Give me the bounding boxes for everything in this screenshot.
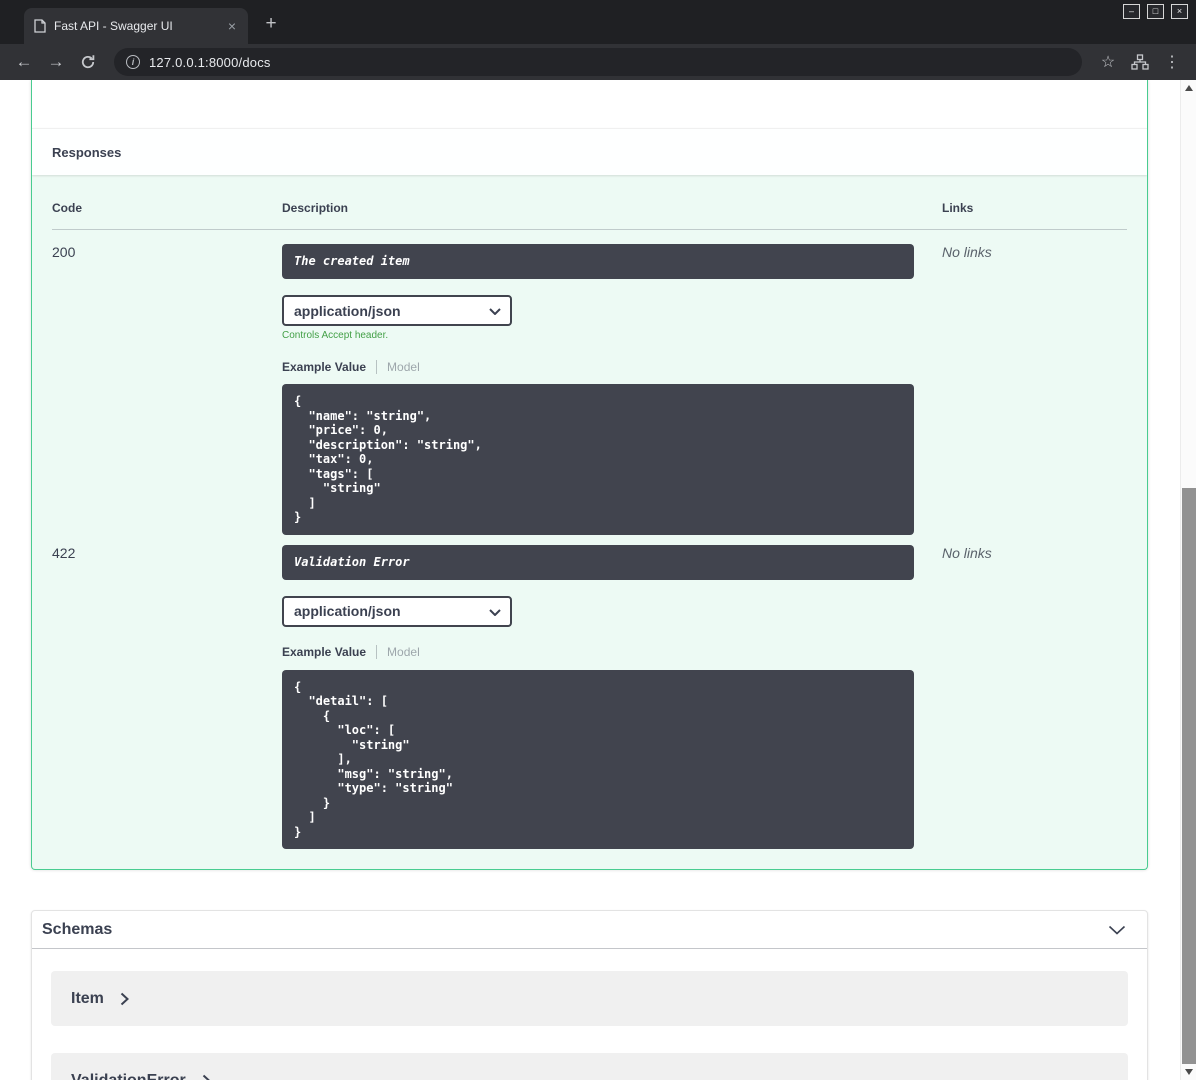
operation-block-spacer bbox=[32, 80, 1147, 128]
scrollbar-down-icon[interactable] bbox=[1181, 1064, 1196, 1080]
site-info-icon[interactable]: i bbox=[126, 55, 140, 69]
responses-title: Responses bbox=[52, 144, 122, 160]
menu-icon[interactable]: ⋮ bbox=[1158, 48, 1186, 76]
tab-example-value[interactable]: Example Value bbox=[282, 645, 366, 659]
scrollbar-up-icon[interactable] bbox=[1181, 80, 1196, 96]
models-list: Item ValidationError bbox=[32, 949, 1147, 1080]
responses-section-header: Responses bbox=[32, 128, 1147, 175]
media-type-select-wrap: application/json bbox=[282, 595, 512, 627]
page-icon bbox=[34, 19, 46, 33]
tab-model[interactable]: Model bbox=[387, 645, 420, 659]
sitemap-icon[interactable] bbox=[1126, 48, 1154, 76]
tab-separator bbox=[376, 359, 378, 374]
response-row-422: 422 Validation Error application/json Ex… bbox=[52, 535, 1127, 849]
window-controls: – □ × bbox=[1123, 4, 1188, 19]
example-model-tabs: Example Value Model bbox=[282, 359, 942, 374]
model-row-item[interactable]: Item bbox=[51, 971, 1128, 1026]
response-code: 200 bbox=[52, 244, 76, 260]
model-row-validationerror[interactable]: ValidationError bbox=[51, 1053, 1128, 1080]
browser-tab[interactable]: Fast API - Swagger UI × bbox=[24, 8, 248, 44]
close-button[interactable]: × bbox=[1171, 4, 1188, 19]
media-type-select-wrap: application/json bbox=[282, 295, 512, 326]
response-links: No links bbox=[942, 244, 992, 260]
accept-header-note: Controls Accept header. bbox=[282, 330, 389, 341]
schemas-title: Schemas bbox=[42, 920, 113, 938]
operation-block: Responses Code Description Links 200 The… bbox=[31, 80, 1148, 870]
responses-table: Code Description Links 200 The created i… bbox=[32, 175, 1147, 869]
response-links: No links bbox=[942, 544, 992, 561]
back-icon[interactable]: ← bbox=[10, 48, 38, 76]
example-json-block: { "name": "string", "price": 0, "descrip… bbox=[282, 384, 914, 535]
page-content: Responses Code Description Links 200 The… bbox=[0, 80, 1196, 1080]
forward-icon[interactable]: → bbox=[42, 48, 70, 76]
column-links: Links bbox=[942, 201, 974, 215]
response-row-200: 200 The created item application/json Co… bbox=[52, 230, 1127, 535]
url-text: 127.0.0.1:8000/docs bbox=[149, 54, 271, 70]
tab-title: Fast API - Swagger UI bbox=[54, 19, 173, 33]
response-description: The created item bbox=[282, 244, 914, 279]
chevron-right-icon bbox=[120, 992, 129, 1005]
schemas-header[interactable]: Schemas bbox=[32, 911, 1147, 949]
tab-example-value[interactable]: Example Value bbox=[282, 360, 366, 374]
model-name: ValidationError bbox=[71, 1071, 186, 1080]
vertical-scrollbar[interactable] bbox=[1180, 80, 1196, 1080]
responses-table-header: Code Description Links bbox=[52, 201, 1127, 230]
browser-window: Fast API - Swagger UI × + – □ × ← → i 12… bbox=[0, 0, 1196, 1080]
chevron-right-icon bbox=[202, 1074, 211, 1080]
example-json-block: { "detail": [ { "loc": [ "string" ], "ms… bbox=[282, 669, 914, 849]
address-bar[interactable]: i 127.0.0.1:8000/docs bbox=[114, 48, 1082, 76]
browser-titlebar: Fast API - Swagger UI × + – □ × bbox=[0, 0, 1196, 44]
tab-separator bbox=[376, 645, 378, 659]
bookmark-star-icon[interactable]: ☆ bbox=[1094, 48, 1122, 76]
tab-model[interactable]: Model bbox=[387, 360, 420, 374]
maximize-button[interactable]: □ bbox=[1147, 4, 1164, 19]
minimize-button[interactable]: – bbox=[1123, 4, 1140, 19]
response-description: Validation Error bbox=[282, 544, 914, 580]
browser-toolbar: ← → i 127.0.0.1:8000/docs ☆ ⋮ bbox=[0, 44, 1196, 80]
schemas-section: Schemas Item ValidationError bbox=[31, 910, 1148, 1080]
scrollbar-thumb[interactable] bbox=[1182, 488, 1196, 1064]
media-type-select[interactable]: application/json bbox=[282, 595, 512, 627]
response-code: 422 bbox=[52, 544, 76, 561]
column-description: Description bbox=[282, 201, 349, 215]
new-tab-button[interactable]: + bbox=[258, 12, 284, 36]
model-name: Item bbox=[71, 989, 104, 1007]
column-code: Code bbox=[52, 201, 82, 215]
reload-icon[interactable] bbox=[74, 48, 102, 76]
tab-close-icon[interactable]: × bbox=[224, 18, 240, 34]
media-type-select[interactable]: application/json bbox=[282, 295, 512, 326]
chevron-down-icon[interactable] bbox=[1108, 925, 1126, 935]
example-model-tabs: Example Value Model bbox=[282, 645, 942, 660]
